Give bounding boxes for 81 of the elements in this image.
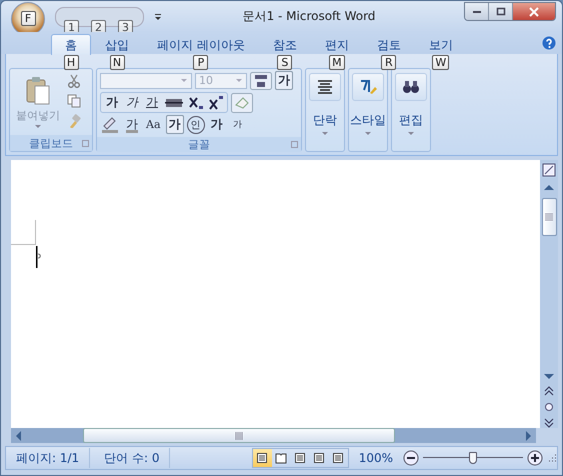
maximize-button[interactable]: [489, 3, 513, 20]
minimize-icon: [472, 10, 480, 12]
zoom-out-icon[interactable]: [403, 450, 419, 466]
highlight-icon[interactable]: [100, 116, 120, 134]
bold-button[interactable]: 가: [103, 93, 121, 112]
scroll-down-icon[interactable]: [544, 372, 554, 380]
keytip: N: [110, 55, 124, 70]
vertical-scrollbar[interactable]: [540, 160, 558, 428]
close-icon: [529, 6, 539, 16]
dropdown-icon: [181, 78, 187, 82]
book-icon: [275, 452, 288, 464]
dropdown-icon: [236, 78, 242, 82]
ribbon-tab[interactable]: 검토: [362, 34, 415, 55]
zoom-in-icon[interactable]: [527, 450, 543, 466]
page-icon: [332, 452, 344, 464]
binoculars-icon: [402, 80, 420, 94]
dropdown-icon[interactable]: [154, 12, 162, 20]
page-icon: [313, 452, 326, 464]
scroll-thumb[interactable]: [83, 428, 395, 443]
keytip: W: [432, 55, 450, 70]
character-border-button[interactable]: 가: [275, 71, 293, 90]
styles-button[interactable]: 스타일: [348, 68, 388, 152]
superscript-icon[interactable]: [207, 94, 225, 112]
dropdown-icon: [408, 132, 414, 136]
shrink-button[interactable]: 가: [228, 115, 247, 134]
border-button[interactable]: 가: [166, 115, 184, 134]
align-center-icon: [317, 80, 333, 94]
page-icon: [256, 452, 268, 464]
scroll-left-icon[interactable]: [15, 430, 23, 440]
grip-icon: [545, 213, 553, 221]
color-button[interactable]: 가: [123, 115, 141, 134]
scroll-thumb[interactable]: [542, 198, 556, 236]
browse-object-icon[interactable]: [544, 402, 554, 412]
horizontal-scrollbar[interactable]: [11, 428, 536, 443]
keytip: S: [277, 55, 292, 70]
view-button[interactable]: [252, 449, 272, 467]
margin-corner-mark: [11, 220, 37, 246]
ribbon-tab[interactable]: 참조: [258, 34, 311, 55]
ribbon-tab[interactable]: 삽입: [91, 34, 143, 55]
slider-thumb[interactable]: [469, 452, 477, 464]
scroll-right-icon[interactable]: [524, 430, 532, 440]
zoom-level[interactable]: 100%: [352, 451, 399, 465]
paragraph-button[interactable]: 단락: [305, 68, 345, 152]
previous-page-icon[interactable]: [544, 386, 554, 396]
keytip: R: [381, 55, 396, 70]
minimize-button[interactable]: [465, 3, 489, 20]
keytip: P: [193, 55, 208, 70]
ribbon-tab[interactable]: 페이지 레이아웃: [143, 34, 259, 55]
text-cursor: [35, 246, 43, 270]
keytip: M: [329, 55, 345, 70]
grip-icon: [235, 432, 243, 440]
page-icon: [294, 452, 306, 464]
grow-button[interactable]: 가: [208, 115, 226, 134]
ribbon-tab[interactable]: 홈: [51, 34, 91, 55]
keytip: H: [64, 55, 78, 70]
dropdown-icon: [365, 132, 371, 136]
next-page-icon[interactable]: [544, 418, 554, 428]
copy-icon[interactable]: [67, 94, 81, 108]
help-icon[interactable]: [542, 36, 556, 50]
font-name-field[interactable]: [100, 72, 192, 88]
page-count[interactable]: 페이지: 1/1: [6, 448, 90, 468]
dropdown-icon: [322, 132, 328, 136]
scissors-icon[interactable]: [67, 74, 81, 88]
window-title: 문서1 - Microsoft Word: [242, 8, 376, 25]
maximize-icon: [496, 6, 506, 16]
ribbon-tab[interactable]: 편지: [310, 34, 363, 55]
resize-grip-icon: [547, 453, 557, 463]
group-label: 글꼴: [188, 137, 210, 152]
clipboard-icon: [25, 76, 51, 106]
ribbon-tab[interactable]: 보기: [414, 34, 467, 55]
scroll-up-icon[interactable]: [544, 184, 554, 192]
close-button[interactable]: [513, 3, 555, 20]
italic-button[interactable]: 가: [123, 93, 141, 112]
group-label: 클립보드: [29, 136, 73, 150]
case-button[interactable]: Aa: [144, 115, 163, 134]
underline-button[interactable]: 가: [143, 93, 161, 112]
dropdown-icon: [35, 125, 41, 129]
editing-button[interactable]: 편집: [391, 68, 431, 152]
pen-icon: [359, 78, 377, 96]
circle-button[interactable]: 인: [186, 116, 205, 134]
word-count[interactable]: 단어 수: 0: [94, 448, 170, 468]
